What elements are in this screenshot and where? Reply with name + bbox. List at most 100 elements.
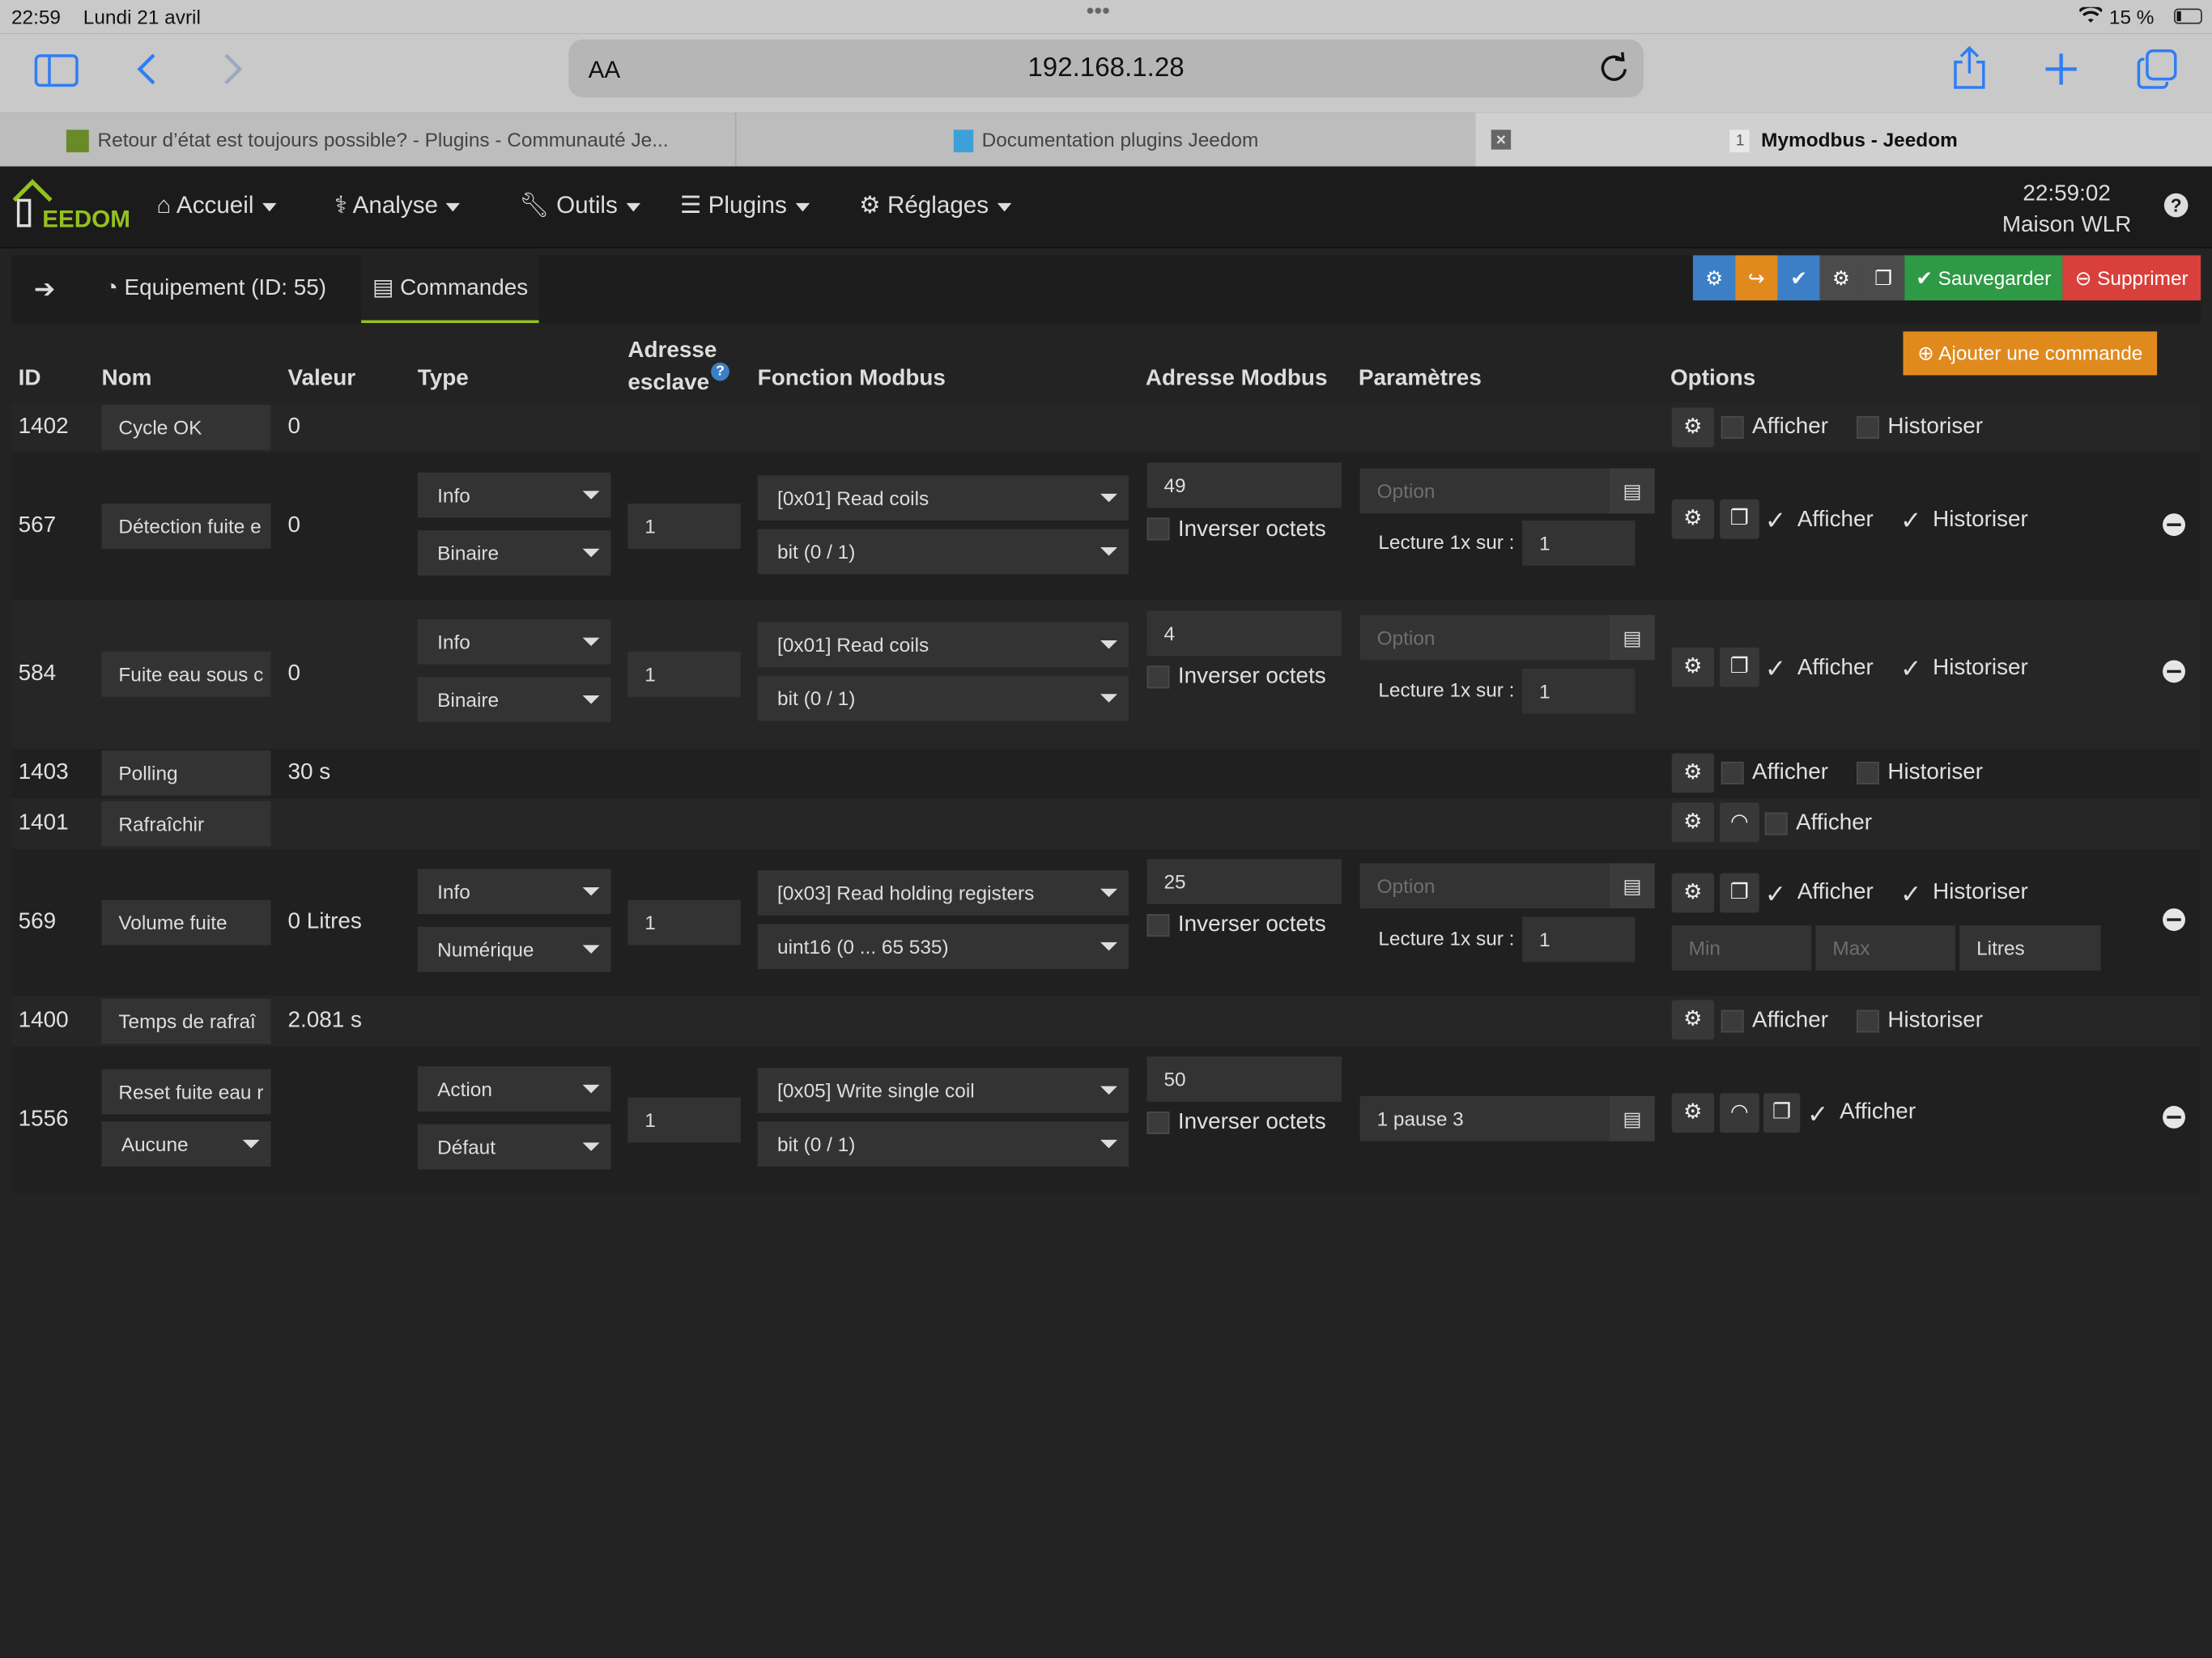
list-icon[interactable]: ▤ (1610, 614, 1655, 661)
tab-commandes[interactable]: ▤ Commandes (361, 255, 540, 324)
modbus-address-input[interactable]: 49 (1146, 462, 1342, 508)
invert-bytes-checkbox[interactable] (1146, 517, 1170, 541)
subtype-select[interactable]: Binaire (417, 677, 611, 723)
format-select[interactable]: bit (0 / 1) (757, 1121, 1129, 1167)
copy-icon[interactable]: ❐ (1763, 1093, 1801, 1133)
nav-analyse[interactable]: ⚕ Analyse (334, 192, 461, 220)
invert-bytes-checkbox[interactable] (1146, 1112, 1170, 1134)
cmd-name-input[interactable]: Reset fuite eau r (101, 1069, 271, 1115)
cogs-icon[interactable]: ⚙ (1671, 753, 1715, 793)
remove-icon[interactable] (2163, 908, 2185, 931)
slave-address-input[interactable]: 1 (627, 504, 741, 549)
help-icon[interactable]: ? (2163, 193, 2189, 218)
share-arrow-icon[interactable]: ↪ (1735, 255, 1778, 301)
close-tab-icon[interactable]: × (1491, 130, 1512, 150)
subtype-select[interactable]: Binaire (417, 530, 611, 576)
copy-icon[interactable]: ❐ (1719, 499, 1759, 539)
historiser-checkbox[interactable] (1856, 761, 1879, 784)
browser-tab-1[interactable]: Retour d’état est toujours possible? - P… (0, 113, 737, 167)
format-select[interactable]: bit (0 / 1) (757, 529, 1129, 575)
subtype-select[interactable]: Numérique (417, 926, 611, 972)
remove-icon[interactable] (2163, 660, 2185, 683)
new-tab-icon[interactable] (2043, 51, 2079, 93)
modbus-address-input[interactable]: 4 (1146, 610, 1342, 657)
cogs-icon[interactable]: ⚙ (1671, 1093, 1715, 1133)
share-icon[interactable] (1951, 45, 1988, 96)
historiser-checkbox[interactable]: ✓ (1900, 656, 1921, 681)
copy-icon[interactable]: ❐ (1719, 647, 1759, 687)
function-select[interactable]: [0x01] Read coils (757, 622, 1129, 668)
cogs-icon[interactable]: ⚙ (1671, 647, 1715, 687)
cmd-name-input[interactable]: Rafraîchir (101, 801, 271, 847)
nav-outils[interactable]: 🔧︎ Outils (519, 192, 640, 220)
remove-icon[interactable] (2163, 513, 2185, 537)
option-input[interactable]: Option (1359, 614, 1610, 661)
afficher-checkbox[interactable] (1764, 812, 1788, 835)
cogs-icon[interactable]: ⚙ (1671, 407, 1715, 448)
lecture-input[interactable]: 1 (1522, 668, 1636, 714)
check-icon[interactable]: ✔ (1777, 255, 1820, 301)
afficher-checkbox[interactable] (1721, 1010, 1744, 1033)
lecture-input[interactable]: 1 (1522, 916, 1636, 963)
historiser-checkbox[interactable]: ✓ (1900, 882, 1921, 907)
url-text[interactable]: 192.168.1.28 (568, 53, 1644, 84)
invert-bytes-checkbox[interactable] (1146, 665, 1170, 689)
address-bar[interactable]: AA 192.168.1.28 (568, 39, 1644, 98)
save-button[interactable]: ✔ Sauvegarder (1904, 255, 2063, 301)
jeedom-logo[interactable]: EEDOM (11, 178, 130, 237)
historiser-checkbox[interactable]: ✓ (1900, 508, 1921, 533)
slave-address-input[interactable]: 1 (627, 1097, 741, 1143)
advanced-config-icon[interactable]: ⚙ (1819, 255, 1862, 301)
rss-icon[interactable]: ◠ (1719, 802, 1759, 843)
back-circle-icon[interactable]: ➔ (23, 255, 66, 323)
max-input[interactable]: Max (1815, 925, 1955, 971)
function-select[interactable]: [0x03] Read holding registers (757, 870, 1129, 916)
cmd-name-input[interactable]: Volume fuite (101, 899, 271, 946)
cmd-name-input[interactable]: Temps de rafraî (101, 998, 271, 1044)
list-icon[interactable]: ▤ (1610, 468, 1655, 514)
afficher-checkbox[interactable] (1721, 416, 1744, 439)
cogs-icon[interactable]: ⚙ (1671, 802, 1715, 843)
value-select[interactable]: Aucune (101, 1121, 271, 1167)
action-param-input[interactable]: 1 pause 3 (1359, 1095, 1610, 1141)
back-icon[interactable] (135, 51, 158, 93)
afficher-checkbox[interactable]: ✓ (1765, 508, 1786, 533)
format-select[interactable]: bit (0 / 1) (757, 675, 1129, 721)
invert-bytes-checkbox[interactable] (1146, 914, 1170, 937)
afficher-checkbox[interactable]: ✓ (1765, 656, 1786, 681)
min-input[interactable]: Min (1671, 925, 1812, 971)
nav-accueil[interactable]: ⌂ Accueil (156, 192, 277, 220)
modbus-address-input[interactable]: 50 (1146, 1056, 1342, 1102)
cogs-icon[interactable]: ⚙ (1671, 499, 1715, 539)
nav-plugins[interactable]: ☰ Plugins (680, 192, 810, 220)
tab-equipement[interactable]: ◔ Equipement (ID: 55) (93, 255, 338, 323)
copy-icon[interactable]: ❐ (1861, 255, 1905, 301)
help-info-icon[interactable]: ? (711, 362, 730, 381)
option-input[interactable]: Option (1359, 863, 1610, 909)
type-select[interactable]: Info (417, 619, 611, 665)
slave-address-input[interactable]: 1 (627, 651, 741, 697)
option-input[interactable]: Option (1359, 468, 1610, 514)
nav-reglages[interactable]: ⚙ Réglages (859, 192, 1011, 220)
rss-icon[interactable]: ◠ (1719, 1093, 1759, 1133)
reload-icon[interactable] (1598, 52, 1629, 90)
type-select[interactable]: Action (417, 1066, 611, 1112)
list-icon[interactable]: ▤ (1610, 863, 1655, 909)
remove-icon[interactable] (2163, 1106, 2185, 1129)
cmd-name-input[interactable]: Cycle OK (101, 405, 271, 450)
browser-tab-3[interactable]: × 1 Mymodbus - Jeedom (1475, 113, 2212, 167)
afficher-checkbox[interactable] (1721, 761, 1744, 784)
unit-input[interactable]: Litres (1959, 925, 2101, 971)
list-icon[interactable]: ▤ (1610, 1095, 1655, 1141)
cmd-name-input[interactable]: Fuite eau sous c (101, 651, 271, 697)
historiser-checkbox[interactable] (1856, 1010, 1879, 1033)
delete-button[interactable]: ⊖ Supprimer (2062, 255, 2201, 301)
multitask-dots[interactable]: ••• (1087, 0, 1110, 25)
modbus-address-input[interactable]: 25 (1146, 859, 1342, 904)
function-select[interactable]: [0x05] Write single coil (757, 1067, 1129, 1113)
cogs-icon[interactable]: ⚙ (1671, 873, 1715, 913)
forward-icon[interactable] (222, 51, 245, 93)
sidebar-icon[interactable] (34, 53, 79, 93)
tabs-overview-icon[interactable] (2136, 48, 2178, 96)
configure-icon[interactable]: ⚙ (1692, 255, 1736, 301)
